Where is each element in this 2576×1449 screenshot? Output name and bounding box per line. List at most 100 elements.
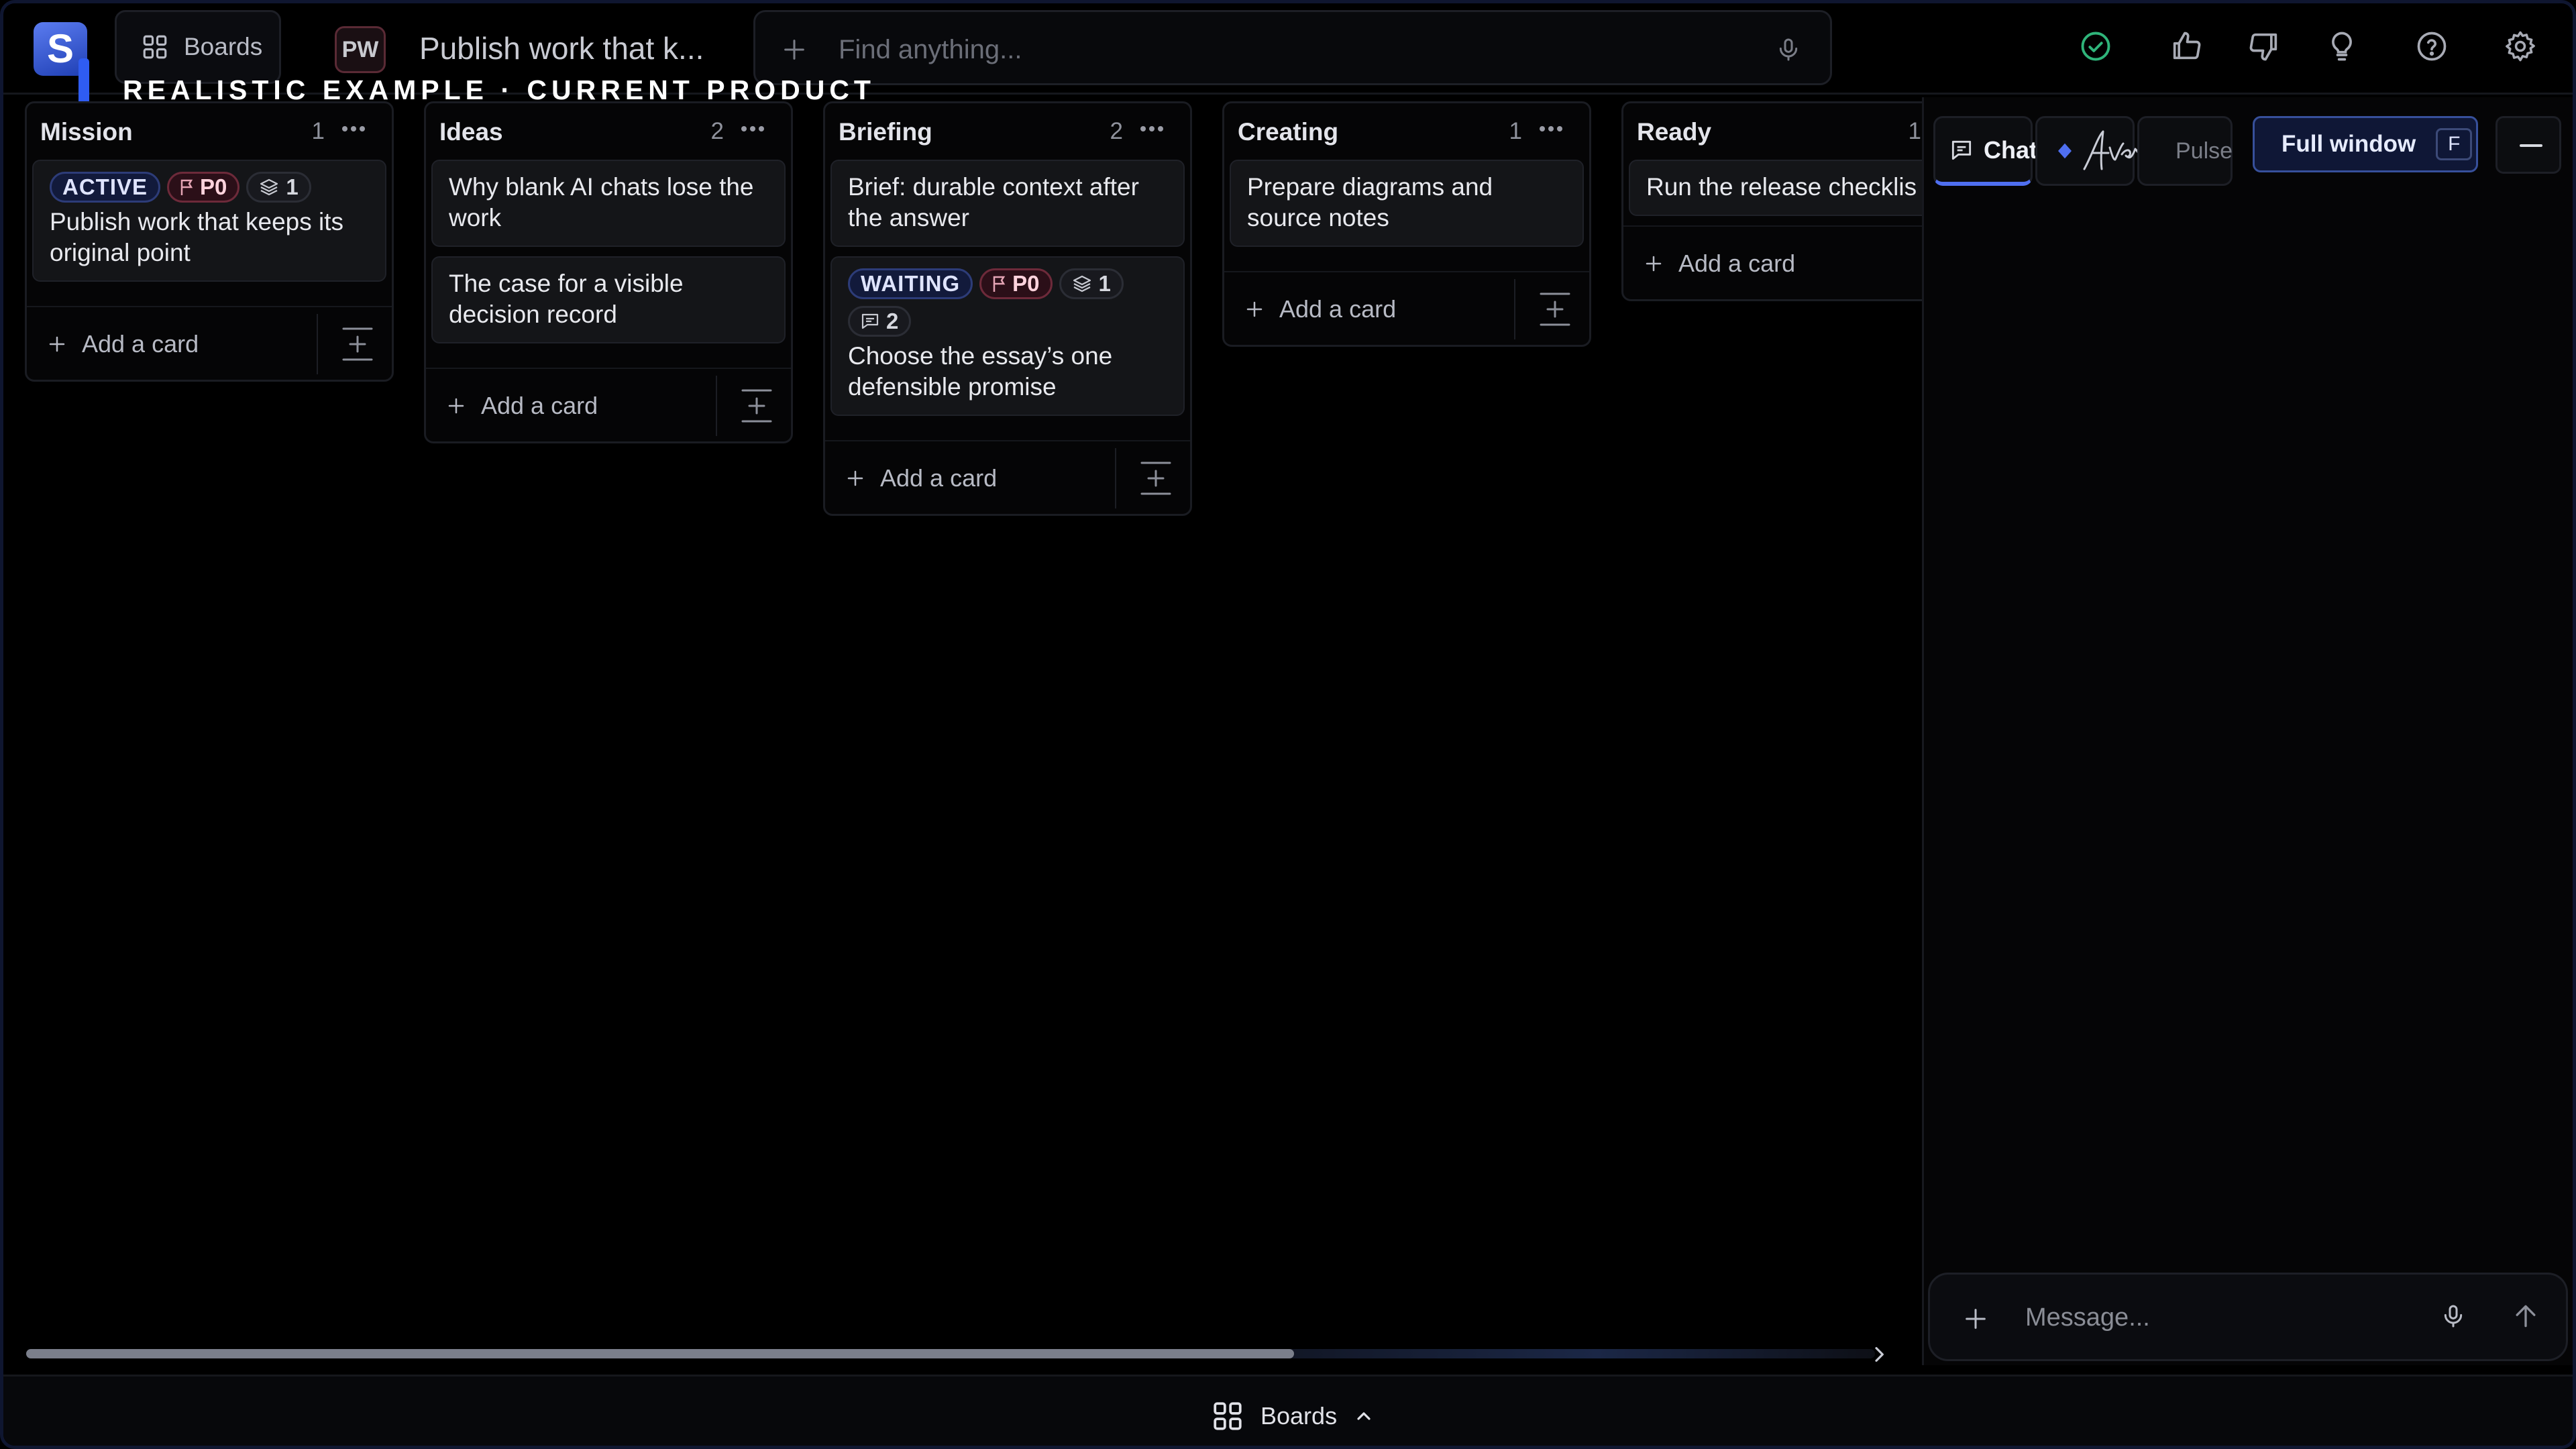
board-card[interactable]: Why blank AI chats lose the work bbox=[431, 160, 786, 247]
column-count: 1 bbox=[1509, 118, 1522, 144]
tab-chat[interactable]: Chat bbox=[1933, 116, 2037, 186]
tab-ava[interactable] bbox=[2035, 116, 2143, 186]
status-badge: WAITING bbox=[848, 268, 973, 299]
add-card-button[interactable]: Add a card bbox=[47, 330, 199, 358]
board-card[interactable]: ACTIVE P0 1 Publish work that keeps its … bbox=[32, 160, 386, 282]
expand-icon[interactable] bbox=[341, 326, 374, 362]
shortcut-key: F bbox=[2436, 128, 2473, 160]
comment-count: 2 bbox=[886, 309, 899, 333]
priority-label: P0 bbox=[200, 174, 227, 199]
priority-badge: P0 bbox=[979, 268, 1053, 299]
chevron-up-icon bbox=[1353, 1405, 1375, 1427]
column-title[interactable]: Ready bbox=[1637, 118, 1711, 146]
column-footer: Add a card bbox=[426, 368, 791, 441]
column-header: Mission 1 bbox=[27, 103, 392, 160]
full-window-label: Full window bbox=[2282, 131, 2416, 157]
plus-icon[interactable] bbox=[781, 36, 808, 63]
layers-icon bbox=[1072, 274, 1092, 293]
add-card-button[interactable]: Add a card bbox=[1244, 295, 1396, 323]
board-card[interactable]: Brief: durable context after the answer bbox=[830, 160, 1185, 247]
subtask-badge: 1 bbox=[246, 172, 311, 203]
message-composer bbox=[1928, 1273, 2568, 1361]
search-input[interactable] bbox=[839, 31, 1711, 68]
column-title[interactable]: Mission bbox=[40, 118, 133, 146]
comment-icon bbox=[861, 313, 879, 330]
tab-pulse[interactable]: Pulse bbox=[2137, 116, 2233, 186]
priority-label: P0 bbox=[1012, 271, 1040, 296]
full-window-button[interactable]: Full window F bbox=[2253, 116, 2478, 172]
search-bar bbox=[753, 10, 1832, 85]
help-icon[interactable] bbox=[2414, 29, 2449, 64]
board-scrollbar-thumb[interactable] bbox=[26, 1349, 1294, 1358]
chat-panel: Chat Pulse Full window F bbox=[1922, 97, 2573, 1365]
more-icon[interactable] bbox=[739, 123, 767, 134]
minimize-button[interactable] bbox=[2496, 116, 2561, 174]
expand-icon[interactable] bbox=[1538, 291, 1572, 327]
microphone-icon[interactable] bbox=[1775, 35, 1802, 64]
column-footer: Add a card bbox=[825, 440, 1190, 514]
project-badge[interactable]: PW bbox=[335, 26, 386, 73]
add-card-label: Add a card bbox=[481, 392, 598, 419]
add-card-label: Add a card bbox=[880, 464, 998, 492]
flag-icon bbox=[180, 178, 195, 196]
column-creating: Creating 1 Prepare diagrams and source n… bbox=[1222, 101, 1591, 347]
board-card[interactable]: Prepare diagrams and source notes bbox=[1230, 160, 1584, 247]
thumbs-down-icon[interactable] bbox=[2247, 29, 2282, 64]
page-title[interactable]: Publish work that k... bbox=[419, 30, 704, 66]
card-title: Choose the essay’s one defensible promis… bbox=[848, 342, 1113, 400]
add-card-button[interactable]: Add a card bbox=[845, 464, 997, 492]
column-header: Ideas 2 bbox=[426, 103, 791, 160]
card-title: Prepare diagrams and source notes bbox=[1247, 173, 1493, 231]
flag-icon bbox=[992, 275, 1007, 292]
bottom-boards-button[interactable]: Boards bbox=[1211, 1399, 1375, 1433]
send-arrow-icon[interactable] bbox=[2511, 1301, 2540, 1331]
app-window: S Boards PW Publish work that k... Find … bbox=[0, 0, 2576, 1449]
column-title[interactable]: Creating bbox=[1238, 118, 1338, 146]
column-briefing: Briefing 2 Brief: durable context after … bbox=[823, 101, 1192, 516]
status-ok-icon[interactable] bbox=[2078, 29, 2113, 64]
thumbs-up-icon[interactable] bbox=[2169, 29, 2204, 64]
more-icon[interactable] bbox=[339, 123, 368, 134]
board-card[interactable]: The case for a visible decision record bbox=[431, 256, 786, 343]
column-title[interactable]: Ideas bbox=[439, 118, 503, 146]
grid-icon bbox=[1211, 1399, 1244, 1433]
grid-icon bbox=[141, 33, 169, 61]
column-mission: Mission 1 ACTIVE P0 1 Publish work that … bbox=[25, 101, 394, 382]
column-title[interactable]: Briefing bbox=[839, 118, 932, 146]
bottom-boards-label: Boards bbox=[1260, 1402, 1338, 1430]
more-icon[interactable] bbox=[1537, 123, 1565, 134]
column-count: 1 bbox=[1908, 118, 1921, 144]
add-card-button[interactable]: Add a card bbox=[1644, 250, 1795, 278]
layers-icon bbox=[259, 178, 279, 197]
bottom-bar: Boards bbox=[3, 1375, 2573, 1446]
more-icon[interactable] bbox=[1138, 123, 1166, 134]
add-card-button[interactable]: Add a card bbox=[446, 392, 598, 420]
attach-plus-icon[interactable] bbox=[1962, 1305, 1989, 1332]
comment-badge: 2 bbox=[848, 306, 912, 337]
plus-icon bbox=[446, 396, 466, 416]
board-card[interactable]: WAITING P0 1 2 Choose the essay’s one de… bbox=[830, 256, 1185, 416]
add-card-label: Add a card bbox=[1279, 295, 1397, 323]
plus-icon bbox=[1244, 299, 1265, 319]
subtask-count: 1 bbox=[1098, 271, 1111, 296]
boards-nav-button[interactable]: Boards bbox=[115, 10, 281, 84]
lightbulb-icon[interactable] bbox=[2324, 29, 2359, 64]
logo-accent-bar bbox=[78, 58, 89, 107]
column-footer: Add a card bbox=[1224, 271, 1589, 345]
tab-chat-label: Chat bbox=[1984, 136, 2037, 164]
plus-icon bbox=[47, 334, 67, 354]
column-ideas: Ideas 2 Why blank AI chats lose the work… bbox=[424, 101, 793, 443]
column-count: 2 bbox=[710, 118, 724, 144]
footer-divider bbox=[1115, 448, 1116, 508]
chevron-right-icon[interactable] bbox=[1868, 1342, 1890, 1366]
expand-icon[interactable] bbox=[740, 388, 773, 424]
card-title: Run the release checklis bbox=[1646, 173, 1917, 201]
message-input[interactable] bbox=[2025, 1299, 2428, 1336]
subtask-count: 1 bbox=[286, 174, 299, 199]
settings-icon[interactable] bbox=[2503, 29, 2538, 64]
diamond-icon bbox=[2055, 141, 2075, 161]
card-badges: WAITING P0 1 2 bbox=[848, 268, 1167, 337]
card-title: Why blank AI chats lose the work bbox=[449, 173, 754, 231]
microphone-icon[interactable] bbox=[2440, 1301, 2467, 1331]
expand-icon[interactable] bbox=[1139, 460, 1173, 496]
